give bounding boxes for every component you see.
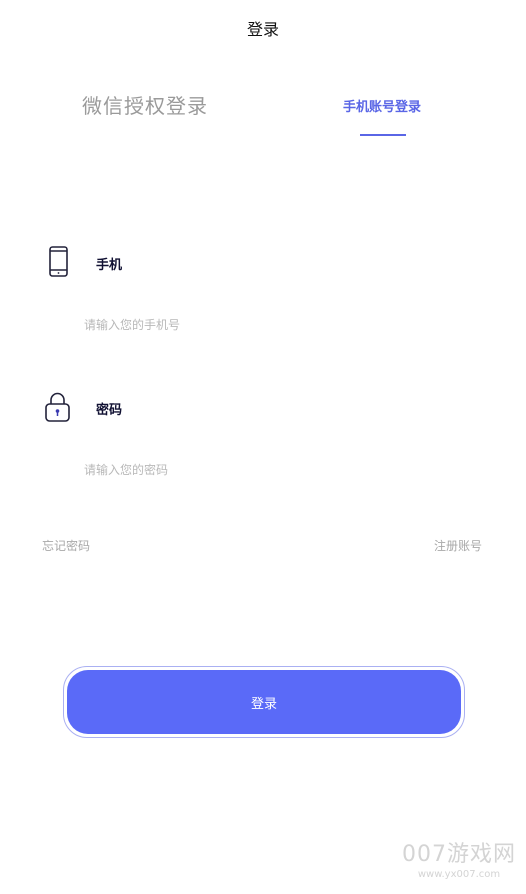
active-tab-indicator bbox=[360, 134, 406, 136]
login-button-frame: 登录 bbox=[63, 666, 465, 738]
login-button[interactable]: 登录 bbox=[67, 670, 461, 734]
phone-input[interactable] bbox=[84, 313, 464, 337]
watermark-brand: 007游戏网 bbox=[402, 842, 516, 867]
password-input[interactable] bbox=[84, 458, 464, 482]
phone-label: 手机 bbox=[96, 258, 123, 273]
forgot-password-link[interactable]: 忘记密码 bbox=[42, 537, 90, 554]
password-label: 密码 bbox=[96, 403, 123, 418]
padlock-icon bbox=[43, 391, 73, 423]
watermark-url: www.yx007.com bbox=[417, 869, 501, 880]
register-link[interactable]: 注册账号 bbox=[434, 537, 482, 554]
watermark: 007游戏网 www.yx007.com bbox=[396, 842, 522, 882]
tab-wechat-login[interactable]: 微信授权登录 bbox=[82, 90, 208, 119]
tab-phone-login[interactable]: 手机账号登录 bbox=[343, 96, 421, 115]
page-title: 登录 bbox=[246, 20, 279, 39]
smartphone-icon bbox=[44, 246, 74, 278]
